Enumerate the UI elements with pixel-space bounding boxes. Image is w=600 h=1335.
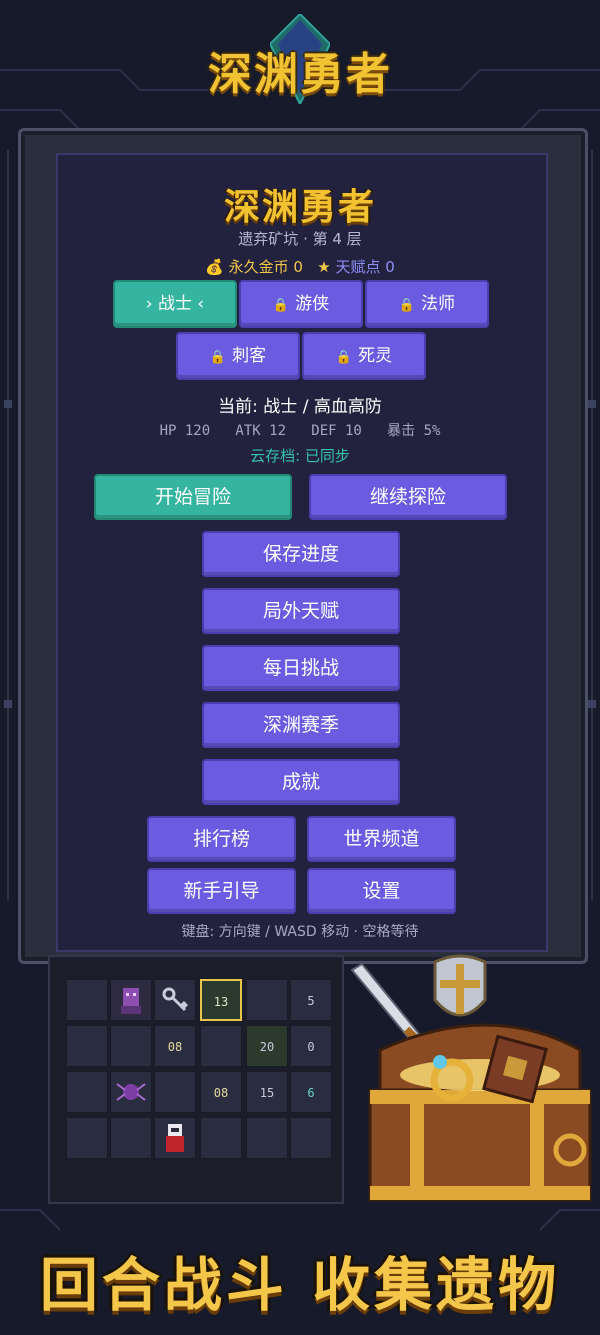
class-necromancer-button[interactable]: 🔒 死灵 bbox=[302, 332, 426, 380]
board-cell bbox=[66, 1071, 108, 1113]
game-board-preview: 13 5 08 20 0 08 15 6 bbox=[48, 955, 344, 1204]
achievements-button[interactable]: 成就 bbox=[202, 759, 400, 805]
dungeon-location: 遗弃矿坑 · 第 4 层 bbox=[238, 230, 362, 248]
board-cell bbox=[200, 1025, 242, 1067]
board-cell bbox=[66, 979, 108, 1021]
star-icon: ★ bbox=[317, 258, 331, 276]
permanent-gold: 永久金币 0 bbox=[228, 258, 303, 276]
controls-hint: 键盘: 方向键 / WASD 移动 · 空格等待 bbox=[181, 924, 419, 940]
purple-golem-icon bbox=[121, 988, 141, 1014]
class-assassin-button[interactable]: 🔒 刺客 bbox=[176, 332, 300, 380]
board-cell: 15 bbox=[246, 1071, 288, 1113]
money-bag-icon: 💰 bbox=[205, 258, 224, 276]
board-cell bbox=[110, 1117, 152, 1159]
board-cell: 08 bbox=[200, 1071, 242, 1113]
class-label: 法师 bbox=[421, 294, 456, 314]
cloud-save-status: 云存档: 已同步 bbox=[250, 447, 350, 465]
talents-button[interactable]: 局外天赋 bbox=[202, 588, 400, 634]
key-icon bbox=[162, 987, 189, 1012]
save-progress-button[interactable]: 保存进度 bbox=[202, 531, 400, 577]
board-cell bbox=[154, 1071, 196, 1113]
class-warrior-button[interactable]: › 战士 ‹ bbox=[113, 280, 237, 328]
board-cell: 08 bbox=[154, 1025, 196, 1067]
shield-icon bbox=[433, 954, 487, 1017]
game-logo: 深渊勇者 bbox=[208, 49, 392, 100]
board-cell: 0 bbox=[290, 1025, 332, 1067]
treasure-chest-illustration bbox=[350, 954, 592, 1202]
lock-icon: 🔒 bbox=[398, 298, 416, 313]
start-adventure-button[interactable]: 开始冒险 bbox=[94, 474, 292, 520]
hero-warrior-icon bbox=[166, 1124, 184, 1152]
leaderboard-button[interactable]: 排行榜 bbox=[147, 816, 296, 862]
talent-points: 天赋点 0 bbox=[335, 258, 395, 276]
class-ranger-button[interactable]: 🔒 游侠 bbox=[239, 280, 363, 328]
class-label: 刺客 bbox=[232, 346, 267, 366]
lock-icon: 🔒 bbox=[335, 350, 353, 365]
board-cell bbox=[110, 979, 152, 1021]
board-cell bbox=[66, 1117, 108, 1159]
currency-bar: 💰 永久金币 0 ★ 天赋点 0 bbox=[0, 256, 600, 277]
panel-title: 深渊勇者 bbox=[223, 187, 376, 228]
board-cell-selected: 13 bbox=[200, 979, 242, 1021]
tutorial-button[interactable]: 新手引导 bbox=[147, 868, 296, 914]
class-label: 游侠 bbox=[295, 294, 330, 314]
board-cell bbox=[110, 1071, 152, 1113]
promo-banner: 回合战斗 收集遗物 bbox=[39, 1251, 561, 1319]
board-cell bbox=[246, 1117, 288, 1159]
abyss-season-button[interactable]: 深渊赛季 bbox=[202, 702, 400, 748]
board-cell: 20 bbox=[246, 1025, 288, 1067]
board-cell bbox=[154, 979, 196, 1021]
board-cell bbox=[246, 979, 288, 1021]
board-cell bbox=[200, 1117, 242, 1159]
settings-button[interactable]: 设置 bbox=[307, 868, 456, 914]
class-stats: HP 120 ATK 12 DEF 10 暴击 5% bbox=[159, 423, 441, 439]
board-cell bbox=[66, 1025, 108, 1067]
current-class-info: 当前: 战士 / 高血高防 bbox=[218, 397, 382, 417]
class-mage-button[interactable]: 🔒 法师 bbox=[365, 280, 489, 328]
board-cell bbox=[110, 1025, 152, 1067]
class-label: › 战士 ‹ bbox=[145, 294, 205, 314]
lock-icon: 🔒 bbox=[272, 298, 290, 313]
continue-button[interactable]: 继续探险 bbox=[309, 474, 507, 520]
world-chat-button[interactable]: 世界频道 bbox=[307, 816, 456, 862]
class-label: 死灵 bbox=[358, 346, 393, 366]
board-cell: 5 bbox=[290, 979, 332, 1021]
daily-challenge-button[interactable]: 每日挑战 bbox=[202, 645, 400, 691]
lock-icon: 🔒 bbox=[209, 350, 227, 365]
chest-icon bbox=[368, 1023, 592, 1202]
board-cell bbox=[154, 1117, 196, 1159]
spider-icon bbox=[116, 1083, 146, 1101]
board-cell bbox=[290, 1117, 332, 1159]
board-cell: 6 bbox=[290, 1071, 332, 1113]
